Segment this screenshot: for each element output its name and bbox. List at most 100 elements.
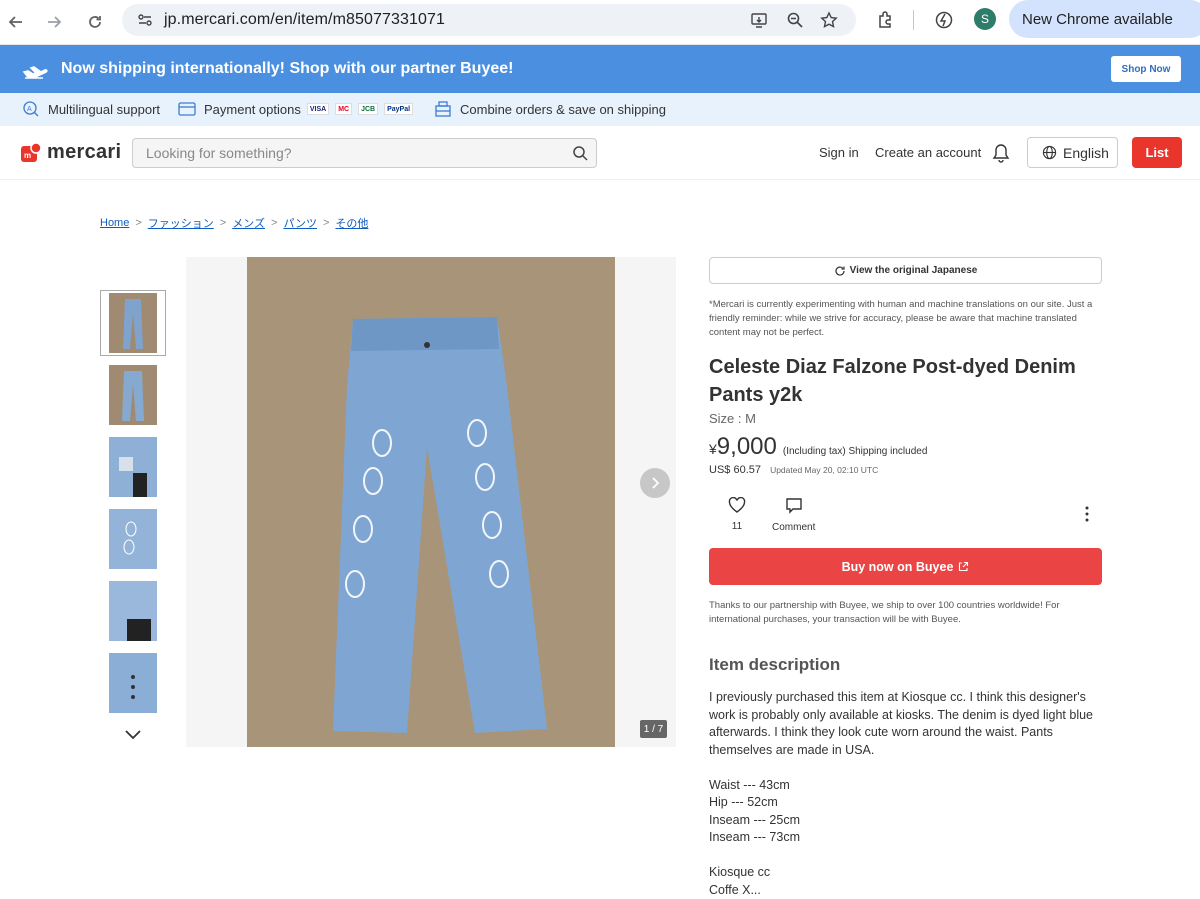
site-settings-icon[interactable] — [136, 11, 154, 29]
price-note: (Including tax) Shipping included — [782, 446, 928, 457]
product-size: Size : M — [709, 411, 756, 426]
performance-icon[interactable] — [934, 10, 954, 30]
language-label: English — [1063, 144, 1109, 161]
thumbnail-image — [109, 509, 157, 569]
thumbnail-4[interactable] — [100, 506, 166, 572]
visa-logo: VISA — [306, 103, 330, 115]
logo-wordmark: mercari — [47, 141, 122, 163]
mercari-logo-icon: m — [21, 141, 42, 162]
breadcrumb-pants[interactable]: パンツ — [283, 215, 317, 231]
thumbnail-3[interactable] — [100, 434, 166, 500]
back-icon[interactable] — [4, 10, 28, 34]
view-original-label: View the original Japanese — [849, 265, 978, 276]
zoom-icon[interactable] — [786, 11, 804, 29]
like-button[interactable]: 11 — [727, 496, 747, 532]
new-chrome-available-button[interactable]: New Chrome available — [1009, 0, 1200, 38]
feature-label: Combine orders & save on shipping — [460, 101, 666, 117]
thumbnail-1[interactable] — [100, 290, 166, 356]
buyee-banner: Now shipping internationally! Shop with … — [0, 45, 1200, 93]
breadcrumb-fashion[interactable]: ファッション — [148, 215, 214, 231]
comment-button[interactable]: Comment — [772, 497, 815, 533]
main-image-container — [186, 257, 676, 747]
extensions-icon[interactable] — [876, 10, 896, 30]
multilingual-icon: A — [23, 101, 39, 117]
create-account-link[interactable]: Create an account — [875, 145, 981, 160]
image-counter: 1 / 7 — [640, 720, 667, 738]
toolbar-divider — [913, 10, 914, 30]
breadcrumb-home[interactable]: Home — [100, 217, 129, 229]
usd-price: 60.57 — [733, 464, 761, 476]
breadcrumb-mens[interactable]: メンズ — [232, 215, 265, 231]
thumbnail-image — [109, 365, 157, 425]
list-button[interactable]: List — [1132, 137, 1182, 168]
features-bar: A Multilingual support Payment options V… — [0, 93, 1200, 126]
comment-icon — [785, 498, 802, 514]
breadcrumb-other[interactable]: その他 — [335, 215, 368, 231]
feature-label: Multilingual support — [48, 101, 161, 117]
chevron-down-icon[interactable] — [123, 727, 143, 741]
thumbnail-6[interactable] — [100, 650, 166, 716]
mercari-logo[interactable]: m mercari — [20, 141, 121, 164]
chevron-right-icon: > — [135, 217, 142, 229]
credit-card-icon — [178, 102, 196, 116]
partnership-note: Thanks to our partnership with Buyee, we… — [709, 600, 1060, 625]
paypal-logo: PayPal — [384, 103, 414, 115]
site-header: m mercari Looking for something? Sign in… — [0, 126, 1200, 180]
main-product-image[interactable] — [247, 257, 615, 747]
package-icon — [435, 101, 451, 117]
feature-payment: Payment options VISA MC JCB PayPal — [178, 101, 414, 117]
chevron-right-icon: > — [271, 217, 278, 229]
svg-text:A: A — [27, 106, 32, 113]
usd-price-block: US$ 60.57 Updated May 20, 02:10 UTC — [709, 464, 878, 476]
next-image-button[interactable] — [640, 468, 670, 498]
mastercard-logo: MC — [335, 103, 353, 115]
refresh-icon — [835, 265, 845, 276]
search-icon[interactable] — [572, 145, 588, 161]
chevron-right-icon — [652, 477, 660, 489]
bell-icon[interactable] — [992, 143, 1010, 163]
sign-in-link[interactable]: Sign in — [819, 145, 859, 160]
translation-disclaimer: *Mercari is currently experimenting with… — [709, 299, 1093, 338]
currency-symbol: ¥ — [709, 441, 717, 457]
address-bar[interactable]: jp.mercari.com/en/item/m85077331071 — [122, 4, 856, 36]
feature-combine-orders: Combine orders & save on shipping — [434, 101, 666, 117]
buy-now-label: Buy now on Buyee — [841, 559, 954, 574]
buy-now-button[interactable]: Buy now on Buyee — [709, 548, 1102, 585]
updated-timestamp: Updated May 20, 02:10 UTC — [770, 465, 879, 475]
url-text[interactable]: jp.mercari.com/en/item/m85077331071 — [164, 11, 445, 29]
comment-label: Comment — [772, 522, 816, 533]
search-placeholder: Looking for something? — [146, 145, 292, 161]
thumbnail-2[interactable] — [100, 362, 166, 428]
thumbnail-image — [109, 293, 157, 353]
search-input[interactable]: Looking for something? — [132, 138, 597, 168]
browser-toolbar: jp.mercari.com/en/item/m85077331071 S Ne… — [0, 0, 1200, 45]
install-app-icon[interactable] — [750, 11, 768, 29]
forward-icon[interactable] — [42, 10, 66, 34]
product-title: Celeste Diaz Falzone Post-dyed Denim Pan… — [709, 356, 1076, 406]
airplane-icon — [22, 66, 48, 79]
chevron-right-icon: > — [219, 217, 227, 229]
more-options-icon[interactable] — [1083, 505, 1091, 523]
item-description: I previously purchased this item at Kios… — [709, 690, 1093, 897]
view-original-japanese-button[interactable]: View the original Japanese — [709, 257, 1102, 284]
external-link-icon — [959, 561, 969, 572]
thumbnail-image — [109, 653, 157, 713]
feature-label: Payment options — [204, 101, 301, 117]
svg-text:m: m — [24, 151, 31, 160]
bookmark-star-icon[interactable] — [820, 11, 838, 29]
thumbnail-image — [109, 437, 157, 497]
price-block: ¥ 9,000 (Including tax) Shipping include… — [709, 433, 927, 461]
price-amount: 9,000 — [716, 433, 777, 460]
reload-icon[interactable] — [83, 10, 107, 34]
chevron-right-icon: > — [323, 217, 330, 229]
globe-icon — [1042, 145, 1057, 160]
feature-multilingual: A Multilingual support — [22, 101, 160, 117]
thumbnail-list — [100, 290, 166, 722]
language-button[interactable]: English — [1027, 137, 1118, 168]
usd-prefix: US$ — [709, 464, 731, 476]
breadcrumb: Home > ファッション > メンズ > パンツ > その他 — [100, 215, 368, 231]
shop-now-button[interactable]: Shop Now — [1111, 56, 1181, 82]
thumbnail-5[interactable] — [100, 578, 166, 644]
banner-text: Now shipping internationally! Shop with … — [61, 60, 514, 77]
profile-avatar[interactable]: S — [974, 8, 996, 30]
